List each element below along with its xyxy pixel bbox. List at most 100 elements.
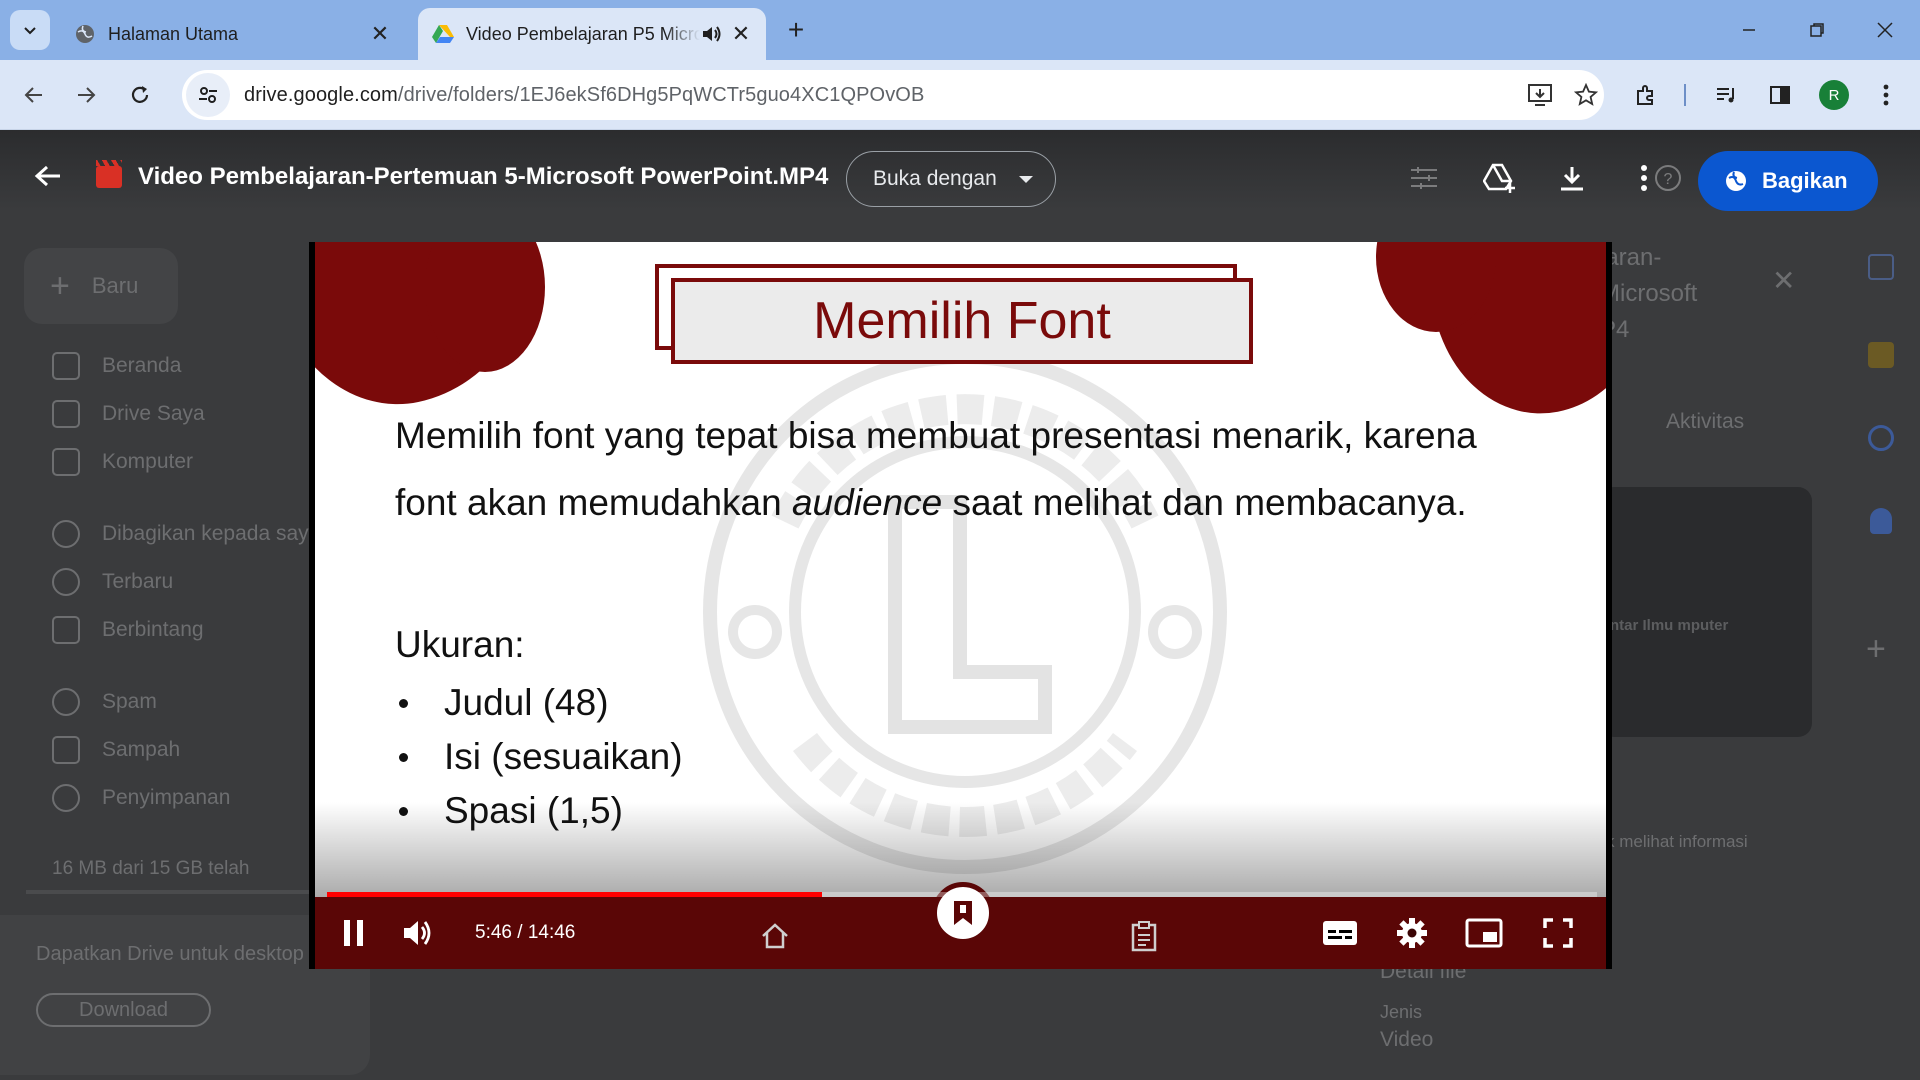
globe-icon: [74, 23, 96, 45]
volume-button[interactable]: [395, 910, 441, 956]
add-addon-icon: +: [1866, 630, 1886, 668]
nav-label: Dibagikan kepada saya: [102, 522, 321, 545]
slide-subheading: Ukuran:: [395, 624, 525, 665]
reload-button[interactable]: [120, 75, 160, 115]
tab-title: Video Pembelajaran P5 Microsoft: [466, 23, 700, 44]
back-button[interactable]: [14, 75, 54, 115]
new-label: Baru: [91, 273, 139, 298]
nav-item-terbaru: Terbaru: [52, 568, 173, 596]
time-display: 5:46 / 14:46: [475, 922, 576, 943]
nav-label: Spam: [102, 690, 157, 713]
drive-icon: [52, 400, 80, 428]
profile-avatar[interactable]: R: [1814, 75, 1854, 115]
site-info-icon[interactable]: [186, 73, 230, 117]
clock-icon: [52, 568, 80, 596]
close-tab-icon[interactable]: ✕: [728, 21, 754, 47]
forward-button[interactable]: [66, 75, 106, 115]
activity-tab: Aktivitas: [1666, 410, 1745, 433]
viewer-back-button[interactable]: [30, 158, 66, 194]
calendar-icon: [1868, 254, 1894, 280]
fullscreen-button[interactable]: [1535, 910, 1581, 956]
close-window-button[interactable]: [1860, 10, 1910, 50]
share-label: Bagikan: [1762, 168, 1848, 193]
download-button: Download: [36, 993, 211, 1027]
tab-search-button[interactable]: [10, 10, 50, 50]
new-tab-button[interactable]: +: [780, 14, 812, 46]
bookmark-star-icon[interactable]: [1570, 79, 1602, 111]
nav-item-komputer: Komputer: [52, 448, 193, 476]
people-icon: [52, 520, 80, 548]
home-icon: [52, 352, 80, 380]
nav-label: Drive Saya: [102, 402, 205, 425]
list-item: Judul (48): [395, 676, 683, 730]
url-text: drive.google.com/drive/folders/1EJ6ekSf6…: [244, 84, 924, 107]
tab-video-pembelajaran[interactable]: Video Pembelajaran P5 Microsoft ✕: [418, 8, 766, 60]
info-hint: k melihat informasi: [1606, 832, 1748, 851]
thumbnail-preview: ntar Ilmu mputer: [1600, 487, 1812, 737]
toolbar-separator: [1684, 84, 1686, 106]
contacts-icon: [1870, 508, 1892, 534]
thumbnail-text: ntar Ilmu mputer: [1610, 617, 1729, 634]
settings-gear-icon[interactable]: [1389, 910, 1435, 956]
share-button[interactable]: Bagikan: [1698, 151, 1878, 211]
list-item-text: Isi (sesuaikan): [444, 736, 683, 777]
paragraph-italic: audience: [791, 482, 943, 523]
details-title-line: P4: [1600, 316, 1630, 343]
bullet: [399, 698, 408, 708]
nav-label: Komputer: [102, 450, 194, 473]
close-details-icon: ✕: [1772, 265, 1796, 296]
tasks-icon: [1868, 425, 1894, 451]
storage-text: 16 MB dari 15 GB telah: [52, 858, 250, 879]
extensions-icon[interactable]: [1626, 75, 1666, 115]
chevron-down-icon: [22, 22, 38, 38]
type-value: Video: [1380, 1028, 1434, 1051]
side-panel-icon[interactable]: [1760, 75, 1800, 115]
video-file-icon: [96, 160, 122, 188]
progress-bar-fill: [327, 892, 823, 897]
tab-halaman-utama[interactable]: Halaman Utama ✕: [60, 8, 405, 60]
filter-icon: [1404, 158, 1444, 198]
nav-item-drive-saya: Drive Saya: [52, 400, 205, 428]
nav-item-sampah: Sampah: [52, 736, 180, 764]
url-host: drive.google.com: [244, 83, 398, 106]
chrome-menu-icon[interactable]: [1866, 75, 1906, 115]
caret-down-icon: [1018, 175, 1033, 183]
restore-button[interactable]: [1792, 10, 1842, 50]
add-to-drive-icon[interactable]: [1480, 158, 1520, 198]
download-icon[interactable]: [1552, 158, 1592, 198]
help-icon: ?: [1648, 158, 1688, 198]
address-bar[interactable]: drive.google.com/drive/folders/1EJ6ekSf6…: [182, 70, 1604, 120]
install-app-icon[interactable]: [1524, 79, 1556, 111]
media-control-icon[interactable]: [1706, 75, 1746, 115]
miniplayer-button[interactable]: [1461, 910, 1507, 956]
nav-label: Terbaru: [102, 570, 174, 593]
paragraph-text: saat melihat dan membacanya.: [942, 482, 1467, 523]
video-player[interactable]: Memilih Font Memilih font yang tepat bis…: [309, 242, 1612, 969]
captions-button[interactable]: [1317, 910, 1363, 956]
trash-icon: [52, 736, 80, 764]
new-button: + Baru: [24, 248, 178, 324]
viewer-header: Video Pembelajaran-Pertemuan 5-Microsoft…: [0, 130, 1920, 211]
svg-text:?: ?: [1664, 171, 1673, 188]
slide-paragraph: Memilih font yang tepat bisa membuat pre…: [395, 402, 1535, 536]
computer-icon: [52, 448, 80, 476]
nav-label: Penyimpanan: [102, 786, 231, 809]
progress-bar[interactable]: [327, 892, 1597, 897]
speaker-icon[interactable]: [700, 23, 722, 45]
close-tab-icon[interactable]: ✕: [367, 21, 393, 47]
drive-file-viewer: + Baru Beranda Drive Saya Komputer Dibagi…: [0, 130, 1920, 1080]
type-label: Jenis: [1380, 1002, 1423, 1022]
url-path: /drive/folders/1EJ6ekSf6DHg5PqWCTr5guo4X…: [397, 83, 925, 106]
star-icon: [52, 616, 80, 644]
spam-icon: [52, 688, 80, 716]
open-with-button[interactable]: Buka dengan: [846, 151, 1056, 207]
slide-frame: Memilih Font Memilih font yang tepat bis…: [315, 242, 1606, 969]
nav-label: Sampah: [102, 738, 181, 761]
minimize-button[interactable]: [1724, 10, 1774, 50]
nav-label: Berbintang: [102, 618, 204, 641]
nav-label: Beranda: [102, 354, 182, 377]
pause-button[interactable]: [331, 910, 377, 956]
slide-home-icon: [760, 922, 790, 950]
slide-clipboard-icon: [1130, 920, 1158, 952]
globe-icon: [1724, 169, 1748, 193]
